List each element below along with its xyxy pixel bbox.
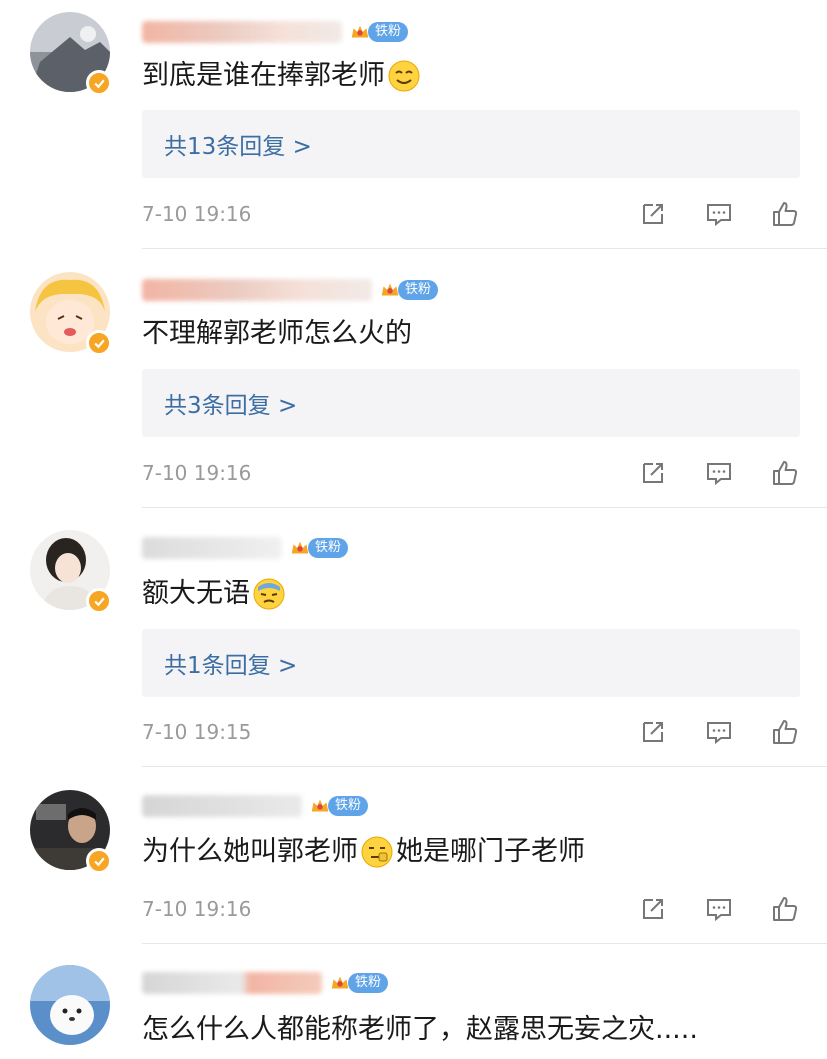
shush-emoji-icon (360, 835, 394, 869)
username[interactable]: 铁粉 (142, 965, 389, 1001)
username[interactable]: 铁粉 (142, 530, 349, 566)
username[interactable]: 铁粉 (142, 788, 369, 824)
fan-badge: 铁粉 (308, 794, 369, 818)
share-icon (643, 722, 663, 742)
fan-badge: 铁粉 (348, 20, 409, 44)
like-icon (773, 461, 798, 485)
like-icon (773, 897, 798, 921)
avatar[interactable] (30, 965, 110, 1045)
comment-icon (707, 722, 731, 745)
comment-button[interactable] (702, 456, 736, 490)
share-button[interactable] (636, 892, 670, 926)
verified-badge-icon (86, 848, 112, 874)
verified-badge-icon (86, 330, 112, 356)
timestamp: 7-10 19:16 (142, 897, 252, 921)
share-button[interactable] (636, 456, 670, 490)
like-icon (773, 720, 798, 744)
fan-badge: 铁粉 (328, 971, 389, 995)
view-replies-link[interactable]: 共13条回复 > (142, 110, 800, 178)
timestamp: 7-10 19:15 (142, 720, 252, 744)
comment-text: 不理解郭老师怎么火的 (142, 318, 412, 349)
like-icon (773, 202, 798, 226)
comment-text: 怎么什么人都能称老师了，赵露思无妄之灾..... (142, 1014, 698, 1045)
comment-text: 到底是谁在捧郭老师 (142, 56, 423, 96)
comment-text: 额大无语 (142, 574, 288, 614)
share-icon (643, 204, 663, 224)
smirk-emoji-icon (387, 59, 421, 93)
share-icon (643, 463, 663, 483)
username[interactable]: 铁粉 (142, 272, 439, 308)
fan-badge: 铁粉 (288, 536, 349, 560)
timestamp: 7-10 19:16 (142, 461, 252, 485)
view-replies-link[interactable]: 共1条回复 > (142, 629, 800, 697)
like-button[interactable] (768, 715, 802, 749)
view-replies-link[interactable]: 共3条回复 > (142, 369, 800, 437)
comment-icon (707, 463, 731, 486)
sweat-emoji-icon (252, 577, 286, 611)
share-button[interactable] (636, 715, 670, 749)
timestamp: 7-10 19:16 (142, 202, 252, 226)
username[interactable]: 铁粉 (142, 14, 409, 50)
like-button[interactable] (768, 197, 802, 231)
verified-badge-icon (86, 70, 112, 96)
comment-text: 为什么她叫郭老师 她是哪门子老师 (142, 835, 585, 869)
like-button[interactable] (768, 892, 802, 926)
comment-button[interactable] (702, 715, 736, 749)
fan-badge: 铁粉 (378, 278, 439, 302)
share-button[interactable] (636, 197, 670, 231)
like-button[interactable] (768, 456, 802, 490)
share-icon (643, 899, 663, 919)
verified-badge-icon (86, 588, 112, 614)
comment-button[interactable] (702, 892, 736, 926)
comment-icon (707, 899, 731, 922)
comment-icon (707, 204, 731, 227)
comment-button[interactable] (702, 197, 736, 231)
